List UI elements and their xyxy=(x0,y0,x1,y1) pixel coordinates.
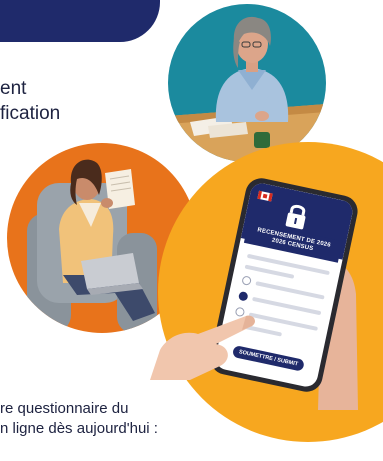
header-band xyxy=(0,0,160,42)
text-fragment-2: fication xyxy=(0,103,61,124)
canada-flag-icon xyxy=(257,190,273,202)
text-fragment-3: re questionnaire du xyxy=(0,400,129,417)
illustration-man-at-table xyxy=(168,4,326,162)
illustration-pointing-hand xyxy=(150,290,270,380)
promo-page: ent fication re questionnaire du n ligne… xyxy=(0,0,383,461)
text-fragment-1: ent xyxy=(0,78,27,99)
text-fragment-4: n ligne dès aujourd'hui : xyxy=(0,420,158,437)
radio-icon xyxy=(241,275,252,286)
lock-icon xyxy=(285,204,306,230)
